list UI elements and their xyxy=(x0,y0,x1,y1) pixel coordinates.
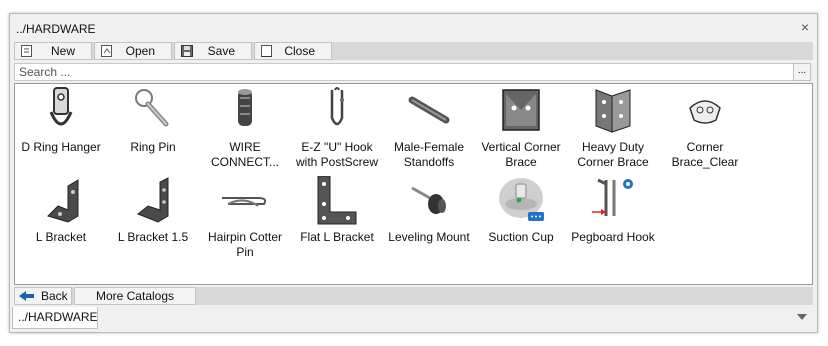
item-label-line-1: WIRE xyxy=(229,140,261,154)
back-arrow-icon xyxy=(19,291,34,301)
catalog-item-male-female-standoffs[interactable]: Male-Female Standoffs xyxy=(383,86,475,170)
open-document-icon xyxy=(101,45,112,57)
flat-l-bracket-icon xyxy=(317,176,357,225)
item-label-line-2: CONNECT... xyxy=(210,155,279,169)
open-button-label: Open xyxy=(125,44,155,58)
new-button-label: New xyxy=(50,44,75,58)
catalog-item-hairpin-cotter-pin[interactable]: Hairpin Cotter Pin xyxy=(199,176,291,260)
new-document-icon xyxy=(21,45,32,57)
item-label-line-1: Hairpin Cotter xyxy=(207,230,283,244)
save-button-label: Save xyxy=(207,44,235,58)
window-title: ../HARDWARE xyxy=(16,22,96,36)
more-catalogs-button[interactable]: More Catalogs xyxy=(74,287,196,305)
item-label-line-1: Corner xyxy=(686,140,724,154)
item-label: Leveling Mount xyxy=(388,230,470,244)
u-hook-icon xyxy=(330,87,344,126)
item-label: Suction Cup xyxy=(488,230,554,244)
wire-connector-icon xyxy=(238,89,252,126)
item-label-line-2: Brace_Clear xyxy=(671,155,739,169)
item-label-line-1: Male-Female xyxy=(393,140,465,154)
item-label: L Bracket 1.5 xyxy=(117,230,189,244)
catalog-item-ez-u-hook[interactable]: E-Z "U" Hook with PostScrew xyxy=(291,86,383,170)
item-label: D Ring Hanger xyxy=(21,140,101,154)
leveling-mount-icon xyxy=(411,186,446,214)
catalog-item-ring-pin[interactable]: Ring Pin xyxy=(107,86,199,155)
back-label: Back xyxy=(41,289,68,303)
close-button-label: Close xyxy=(284,44,315,58)
back-button[interactable]: Back xyxy=(14,287,72,305)
item-label: Ring Pin xyxy=(130,140,176,154)
catalog-grid: D Ring Hanger Ring Pin WIRE CONNECT... E… xyxy=(14,83,813,285)
close-document-icon xyxy=(261,45,272,57)
save-disk-icon xyxy=(181,45,193,57)
item-label-line-1: E-Z "U" Hook xyxy=(301,140,373,154)
new-button[interactable]: New xyxy=(14,42,92,60)
item-label-line-1: Vertical Corner xyxy=(481,140,561,154)
item-label-line-2: Pin xyxy=(236,245,254,259)
standoff-icon xyxy=(408,96,450,124)
catalog-item-leveling-mount[interactable]: Leveling Mount xyxy=(383,176,475,245)
catalog-window: ../HARDWARE × New Open Save Close Search… xyxy=(9,13,818,333)
suction-cup-icon xyxy=(499,178,544,221)
item-label-line-2: with PostScrew xyxy=(295,155,379,169)
browse-button[interactable]: ... xyxy=(793,63,811,81)
l-bracket-1-5-icon xyxy=(137,177,169,223)
bottom-bar: Back More Catalogs xyxy=(14,287,813,305)
catalog-item-heavy-duty-corner-brace[interactable]: Heavy Duty Corner Brace xyxy=(567,86,659,170)
catalog-item-corner-brace-clear[interactable]: Corner Brace_Clear xyxy=(659,86,751,170)
catalog-item-wire-connect[interactable]: WIRE CONNECT... xyxy=(199,86,291,170)
item-label-line-2: Standoffs xyxy=(403,155,455,169)
chevron-down-icon[interactable] xyxy=(797,314,807,320)
open-button[interactable]: Open xyxy=(94,42,172,60)
catalog-item-pegboard-hook[interactable]: Pegboard Hook xyxy=(567,176,659,245)
pegboard-hook-icon xyxy=(592,178,633,216)
vertical-corner-brace-icon xyxy=(502,89,540,131)
title-bar: ../HARDWARE × xyxy=(10,14,817,40)
toolbar: New Open Save Close xyxy=(14,42,813,60)
catalog-item-suction-cup[interactable]: Suction Cup xyxy=(475,176,567,245)
item-label: Flat L Bracket xyxy=(300,230,374,244)
item-label: Pegboard Hook xyxy=(571,230,655,244)
hairpin-cotter-pin-icon xyxy=(222,197,267,207)
item-label-line-2: Brace xyxy=(505,155,537,169)
catalog-item-vertical-corner-brace[interactable]: Vertical Corner Brace xyxy=(475,86,567,170)
l-bracket-icon xyxy=(47,179,79,223)
search-input[interactable]: Search ... xyxy=(14,63,796,81)
tab-hardware[interactable]: ../HARDWARE xyxy=(12,307,98,329)
item-label-line-1: Heavy Duty xyxy=(581,140,645,154)
catalog-item-flat-l-bracket[interactable]: Flat L Bracket xyxy=(291,176,383,245)
item-label: L Bracket xyxy=(35,230,87,244)
close-button[interactable]: Close xyxy=(254,42,332,60)
heavy-duty-corner-brace-icon xyxy=(595,89,631,133)
save-button[interactable]: Save xyxy=(174,42,252,60)
close-window-button[interactable]: × xyxy=(801,19,809,35)
item-label-line-2: Corner Brace xyxy=(577,155,649,169)
catalog-item-l-bracket[interactable]: L Bracket xyxy=(15,176,107,245)
catalog-item-d-ring-hanger[interactable]: D Ring Hanger xyxy=(15,86,107,155)
d-ring-hanger-icon xyxy=(49,87,73,126)
catalog-item-l-bracket-1-5[interactable]: L Bracket 1.5 xyxy=(107,176,199,245)
ring-pin-icon xyxy=(135,89,169,127)
corner-brace-clear-icon xyxy=(689,100,721,124)
